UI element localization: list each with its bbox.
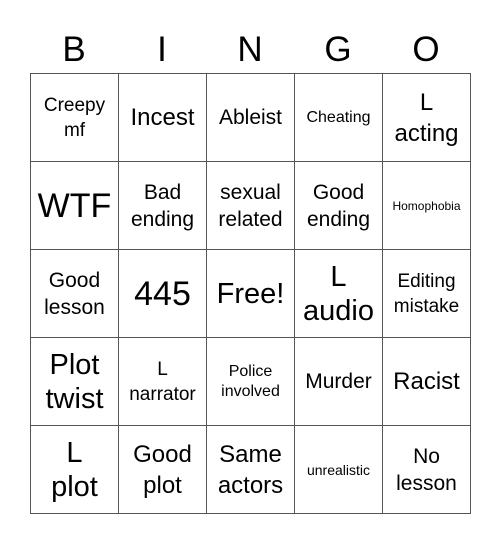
cell-text: Creepy mf	[43, 94, 106, 141]
cell-text: Good plot	[133, 440, 192, 499]
bingo-cell[interactable]: Cheating	[295, 74, 383, 162]
free-space-cell[interactable]: Free!	[207, 250, 295, 338]
cell-text: Good ending	[306, 180, 371, 231]
bingo-cell[interactable]: Creepy mf	[31, 74, 119, 162]
bingo-cell[interactable]: WTF	[31, 162, 119, 250]
header-letter-g: G	[324, 30, 352, 69]
cell-text: Same actors	[217, 440, 284, 499]
cell-text: Ableist	[218, 106, 283, 129]
cell-text: Cheating	[306, 108, 371, 126]
bingo-cell[interactable]: Good lesson	[31, 250, 119, 338]
cell-text: L plot	[51, 436, 98, 503]
cell-text: L narrator	[129, 358, 196, 405]
bingo-cell[interactable]: Police involved	[207, 338, 295, 426]
bingo-cell[interactable]: Racist	[383, 338, 471, 426]
bingo-cell[interactable]: sexual related	[207, 162, 295, 250]
cell-text: Good lesson	[44, 268, 105, 319]
bingo-cell[interactable]: Plot twist	[31, 338, 119, 426]
bingo-cell[interactable]: No lesson	[383, 426, 471, 514]
bingo-cell[interactable]: Murder	[295, 338, 383, 426]
cell-text: No lesson	[396, 444, 457, 495]
bingo-cell[interactable]: Good ending	[295, 162, 383, 250]
cell-text: sexual related	[218, 180, 283, 231]
bingo-cell[interactable]: L acting	[383, 74, 471, 162]
cell-text: Bad ending	[130, 180, 195, 231]
cell-text: 445	[134, 274, 191, 313]
bingo-cell[interactable]: Incest	[119, 74, 207, 162]
cell-text: WTF	[37, 186, 112, 225]
cell-text: Incest	[130, 104, 195, 131]
cell-text: Police involved	[221, 362, 280, 400]
bingo-cell[interactable]: Same actors	[207, 426, 295, 514]
header-letter-o: O	[412, 30, 440, 69]
cell-text: Murder	[305, 370, 372, 393]
cell-text: Free!	[216, 277, 285, 310]
bingo-grid: Creepy mf Incest Ableist Cheating L acti…	[30, 73, 471, 514]
cell-text: Homophobia	[392, 198, 461, 213]
bingo-cell[interactable]: Homophobia	[383, 162, 471, 250]
bingo-cell[interactable]: 445	[119, 250, 207, 338]
cell-text: unrealistic	[306, 461, 371, 478]
cell-text: Plot twist	[45, 348, 104, 415]
header-letter-n: N	[237, 30, 263, 69]
bingo-header: B I N G O	[30, 28, 470, 72]
bingo-cell[interactable]: L narrator	[119, 338, 207, 426]
cell-text: Racist	[393, 368, 460, 395]
bingo-cell[interactable]: Editing mistake	[383, 250, 471, 338]
bingo-cell[interactable]: unrealistic	[295, 426, 383, 514]
bingo-cell[interactable]: L audio	[295, 250, 383, 338]
bingo-cell[interactable]: L plot	[31, 426, 119, 514]
header-letter-i: I	[157, 30, 167, 69]
cell-text: Editing mistake	[393, 270, 460, 317]
header-letter-b: B	[62, 30, 86, 69]
bingo-cell[interactable]: Bad ending	[119, 162, 207, 250]
bingo-cell[interactable]: Good plot	[119, 426, 207, 514]
cell-text: L audio	[303, 260, 374, 327]
bingo-cell[interactable]: Ableist	[207, 74, 295, 162]
cell-text: L acting	[394, 88, 459, 147]
